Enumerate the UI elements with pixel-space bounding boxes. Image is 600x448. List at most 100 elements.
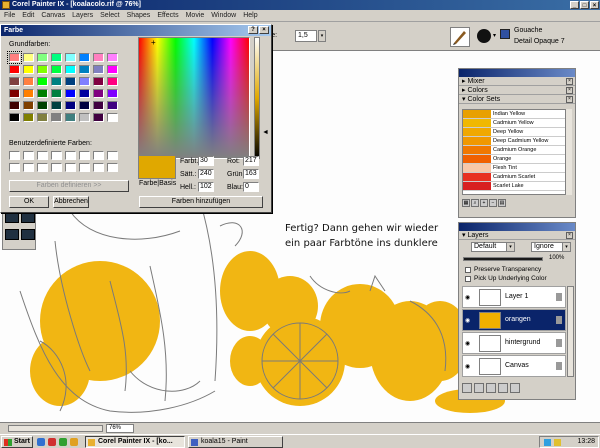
mask-icon[interactable] bbox=[498, 383, 508, 393]
delete-color-icon[interactable]: − bbox=[489, 199, 497, 207]
menu-window[interactable]: Window bbox=[211, 10, 236, 21]
layer-lock-icon[interactable] bbox=[556, 293, 562, 301]
basic-color-swatch[interactable] bbox=[51, 113, 62, 122]
tool-thumb-icon[interactable] bbox=[21, 212, 35, 223]
layers-scrollbar[interactable] bbox=[567, 286, 574, 377]
delete-layer-icon[interactable] bbox=[510, 383, 520, 393]
blue-input[interactable]: 0 bbox=[243, 182, 259, 192]
opacity-slider[interactable] bbox=[463, 257, 543, 261]
basic-color-swatch[interactable] bbox=[37, 53, 48, 62]
add-to-custom-colors-button[interactable]: Farben hinzufügen bbox=[139, 196, 263, 208]
basic-color-swatch[interactable] bbox=[65, 53, 76, 62]
colors-palette-header[interactable]: ▸ Colors × bbox=[459, 86, 575, 95]
cancel-button[interactable]: Abbrechen bbox=[53, 196, 89, 208]
taskbar-button-paint[interactable]: koala15 - Paint bbox=[188, 436, 283, 448]
media-quicklaunch-icon[interactable] bbox=[48, 438, 56, 446]
color-set-row[interactable]: Cadmium Yellow bbox=[463, 119, 571, 128]
hue-input[interactable]: 30 bbox=[198, 156, 214, 166]
close-icon[interactable]: × bbox=[566, 78, 573, 85]
tool-thumb-icon[interactable] bbox=[5, 212, 19, 223]
define-custom-colors-button[interactable]: Farben definieren >> bbox=[9, 180, 129, 192]
basic-color-swatch[interactable] bbox=[23, 65, 34, 74]
custom-color-swatch[interactable] bbox=[9, 163, 20, 172]
chevron-down-icon[interactable]: ▾ bbox=[493, 32, 496, 39]
layers-title-bar[interactable] bbox=[459, 223, 575, 231]
basic-color-swatch[interactable] bbox=[79, 113, 90, 122]
eye-icon[interactable]: ◉ bbox=[465, 294, 470, 301]
custom-color-swatch[interactable] bbox=[37, 163, 48, 172]
custom-color-swatch[interactable] bbox=[93, 163, 104, 172]
basic-color-swatch[interactable] bbox=[65, 113, 76, 122]
maximize-button[interactable]: □ bbox=[580, 1, 589, 9]
menu-help[interactable]: Help bbox=[243, 10, 257, 21]
basic-color-swatch[interactable] bbox=[79, 65, 90, 74]
menu-shapes[interactable]: Shapes bbox=[127, 10, 151, 21]
layer-lock-icon[interactable] bbox=[556, 339, 562, 347]
layer-commands-icon[interactable] bbox=[462, 383, 472, 393]
custom-color-swatch[interactable] bbox=[65, 151, 76, 160]
custom-color-swatch[interactable] bbox=[107, 151, 118, 160]
color-set-row[interactable]: Cadmium Orange bbox=[463, 146, 571, 155]
basic-color-swatch[interactable] bbox=[23, 89, 34, 98]
palette-title-bar[interactable] bbox=[459, 69, 575, 77]
slider-arrow-icon[interactable]: ◄ bbox=[262, 129, 269, 136]
custom-color-swatch[interactable] bbox=[79, 163, 90, 172]
brush-category-icon[interactable] bbox=[450, 27, 470, 47]
library-icon[interactable]: ▦ bbox=[462, 199, 470, 207]
layer-row[interactable]: ◉ Canvas bbox=[462, 355, 566, 377]
basic-color-swatch[interactable] bbox=[37, 89, 48, 98]
window-title-bar[interactable]: Corel Painter IX - [koalacolo.rif @ 76%]… bbox=[0, 0, 600, 10]
eye-icon[interactable]: ◉ bbox=[465, 317, 470, 324]
messenger-quicklaunch-icon[interactable] bbox=[59, 438, 67, 446]
menu-layers[interactable]: Layers bbox=[72, 10, 93, 21]
dynamic-plugins-icon[interactable] bbox=[474, 383, 484, 393]
feature-input[interactable]: 1,5 bbox=[295, 30, 317, 42]
color-set-row[interactable]: Indian Yellow bbox=[463, 110, 571, 119]
close-icon[interactable]: × bbox=[566, 87, 573, 94]
basic-color-swatch[interactable] bbox=[51, 101, 62, 110]
grid-view-icon[interactable]: ▤ bbox=[498, 199, 506, 207]
basic-color-swatch[interactable] bbox=[51, 53, 62, 62]
basic-color-swatch[interactable] bbox=[51, 77, 62, 86]
layers-palette-header[interactable]: ▾ Layers × bbox=[459, 231, 575, 240]
basic-color-swatch[interactable] bbox=[65, 65, 76, 74]
close-icon[interactable]: × bbox=[566, 96, 573, 103]
browser-quicklaunch-icon[interactable] bbox=[37, 438, 45, 446]
menu-file[interactable]: File bbox=[4, 10, 15, 21]
dialog-title-bar[interactable]: Farbe ? × bbox=[1, 25, 271, 36]
layer-row[interactable]: ◉ orangen bbox=[462, 309, 566, 331]
brush-variant-icon[interactable] bbox=[477, 29, 491, 43]
basic-color-swatch[interactable] bbox=[37, 77, 48, 86]
taskbar-button-painter[interactable]: Corel Painter IX - [ko... bbox=[85, 436, 185, 448]
ok-button[interactable]: OK bbox=[9, 196, 49, 208]
custom-color-swatch[interactable] bbox=[9, 151, 20, 160]
menu-canvas[interactable]: Canvas bbox=[41, 10, 65, 21]
basic-color-swatch[interactable] bbox=[65, 89, 76, 98]
color-sets-palette-header[interactable]: ▾ Color Sets × bbox=[459, 95, 575, 104]
basic-color-swatch[interactable] bbox=[79, 77, 90, 86]
chevron-down-icon[interactable]: ▾ bbox=[562, 243, 570, 251]
basic-color-swatch[interactable] bbox=[9, 89, 20, 98]
color-set-row[interactable]: Deep Yellow bbox=[463, 128, 571, 137]
basic-color-swatch[interactable] bbox=[9, 77, 20, 86]
luminance-slider[interactable] bbox=[254, 37, 260, 159]
custom-color-swatch[interactable] bbox=[107, 163, 118, 172]
basic-color-swatch[interactable] bbox=[37, 65, 48, 74]
folder-quicklaunch-icon[interactable] bbox=[70, 438, 78, 446]
custom-color-swatch[interactable] bbox=[51, 163, 62, 172]
luminance-input[interactable]: 102 bbox=[198, 182, 214, 192]
eye-icon[interactable]: ◉ bbox=[465, 363, 470, 370]
layer-row[interactable]: ◉ hintergrund bbox=[462, 332, 566, 354]
basic-color-swatch[interactable] bbox=[65, 77, 76, 86]
red-input[interactable]: 217 bbox=[243, 156, 259, 166]
basic-color-swatch[interactable] bbox=[93, 89, 104, 98]
zoom-field[interactable]: 76% bbox=[106, 424, 134, 433]
basic-color-swatch[interactable] bbox=[93, 77, 104, 86]
color-set-row[interactable]: Deep Cadmium Yellow bbox=[463, 137, 571, 146]
basic-color-swatch[interactable] bbox=[107, 89, 118, 98]
basic-color-swatch[interactable] bbox=[65, 101, 76, 110]
custom-color-swatch[interactable] bbox=[37, 151, 48, 160]
green-input[interactable]: 163 bbox=[243, 169, 259, 179]
layer-lock-icon[interactable] bbox=[556, 362, 562, 370]
color-set-row[interactable]: Cadmium Scarlet bbox=[463, 173, 571, 182]
